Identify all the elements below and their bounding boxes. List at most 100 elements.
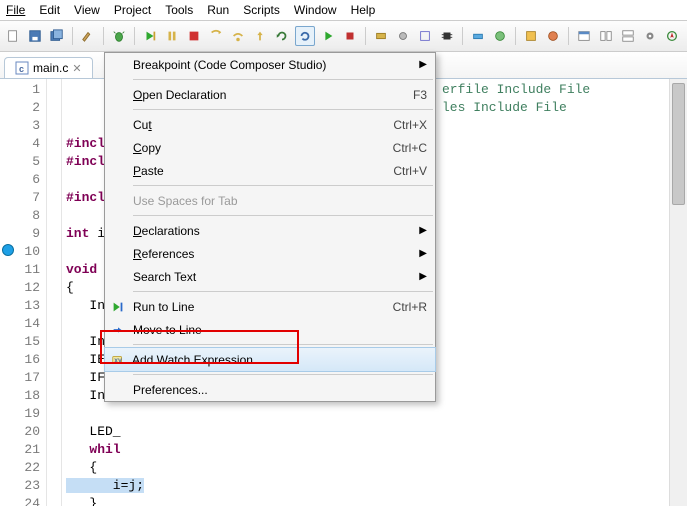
current-line-highlight: [62, 423, 687, 441]
compass-icon[interactable]: [663, 27, 681, 45]
line-number: 17: [18, 369, 40, 387]
line-number: 19: [18, 405, 40, 423]
menu-help[interactable]: Help: [351, 3, 376, 17]
line-number: 9: [18, 225, 40, 243]
close-icon[interactable]: ✕: [72, 62, 81, 75]
fold-gutter[interactable]: [47, 79, 62, 506]
scroll-thumb[interactable]: [672, 83, 685, 205]
separator: [134, 27, 135, 45]
menu-scripts[interactable]: Scripts: [243, 3, 280, 17]
generic-icon[interactable]: [522, 27, 540, 45]
line-number: 8: [18, 207, 40, 225]
line-number: 15: [18, 333, 40, 351]
submenu-arrow-icon: ▶: [419, 59, 427, 70]
line-gutter[interactable]: 1 2 3 4 5 6 7 8 9 10 11 12 13 14 15 16 1…: [0, 79, 47, 506]
resume-icon[interactable]: [141, 27, 159, 45]
run-icon[interactable]: [319, 27, 337, 45]
code-text: LED_: [66, 424, 121, 439]
line-number: 23: [18, 477, 40, 495]
line-number: 7: [18, 189, 40, 207]
svg-text:xy: xy: [114, 357, 122, 364]
shortcut-label: Ctrl+X: [393, 118, 427, 132]
separator: [568, 27, 569, 45]
menu-label: Use Spaces for Tab: [133, 194, 427, 208]
window-icon-3[interactable]: [619, 27, 637, 45]
line-number: 2: [18, 99, 40, 117]
line-number: 5: [18, 153, 40, 171]
vertical-scrollbar[interactable]: ▲ ▼: [669, 79, 687, 506]
code-text: void: [66, 262, 97, 277]
build-icon[interactable]: [79, 27, 97, 45]
menu-declarations[interactable]: Declarations▶: [105, 219, 435, 242]
menu-search-text[interactable]: Search Text▶: [105, 265, 435, 288]
run-to-line-icon: [109, 298, 127, 316]
step-return-icon[interactable]: [251, 27, 269, 45]
step-over-icon[interactable]: [229, 27, 247, 45]
menu-view[interactable]: View: [74, 3, 100, 17]
menu-edit[interactable]: Edit: [39, 3, 60, 17]
breakpoint-marker[interactable]: [2, 244, 14, 256]
move-to-line-icon: [109, 321, 127, 339]
menu-copy[interactable]: CopyCtrl+C: [105, 136, 435, 159]
comment-text: erfile Include File: [442, 81, 590, 99]
save-icon[interactable]: [26, 27, 44, 45]
code-text: {: [66, 280, 74, 295]
tool-icon-3[interactable]: [416, 27, 434, 45]
save-all-icon[interactable]: [48, 27, 66, 45]
menu-run-to-line[interactable]: Run to LineCtrl+R: [105, 295, 435, 318]
menu-breakpoint[interactable]: Breakpoint (Code Composer Studio) ▶: [105, 53, 435, 76]
menu-run[interactable]: Run: [207, 3, 229, 17]
menu-label: Add Watch Expression...: [132, 353, 428, 367]
menu-project[interactable]: Project: [114, 3, 151, 17]
code-text: [66, 442, 89, 457]
menu-separator: [133, 185, 433, 186]
new-icon[interactable]: [4, 27, 22, 45]
line-number: 1: [18, 81, 40, 99]
menu-label: Move to Line: [133, 323, 427, 337]
tool-icon-2[interactable]: [394, 27, 412, 45]
submenu-arrow-icon: ▶: [419, 248, 427, 259]
terminate-icon[interactable]: [341, 27, 359, 45]
refresh-icon[interactable]: [295, 26, 315, 46]
menu-add-watch-expression[interactable]: xy Add Watch Expression...: [104, 347, 436, 372]
shortcut-label: Ctrl+V: [393, 164, 427, 178]
new-conn-icon[interactable]: [469, 27, 487, 45]
line-number: 12: [18, 279, 40, 297]
menu-separator: [133, 291, 433, 292]
menu-open-declaration[interactable]: Open Declaration F3: [105, 83, 435, 106]
window-icon-2[interactable]: [597, 27, 615, 45]
menu-move-to-line[interactable]: Move to Line: [105, 318, 435, 341]
menu-paste[interactable]: PasteCtrl+V: [105, 159, 435, 182]
line-number: 16: [18, 351, 40, 369]
line-number: 4: [18, 135, 40, 153]
comment-text: les Include File: [442, 99, 567, 117]
pause-icon[interactable]: [163, 27, 181, 45]
chip-icon[interactable]: [438, 27, 456, 45]
tool-icon[interactable]: [372, 27, 390, 45]
menu-separator: [133, 109, 433, 110]
line-number: 18: [18, 387, 40, 405]
menu-preferences[interactable]: Preferences...: [105, 378, 435, 401]
separator: [72, 27, 73, 45]
menu-label: Run to Line: [133, 300, 393, 314]
separator: [103, 27, 104, 45]
shortcut-label: Ctrl+R: [393, 300, 427, 314]
menu-references[interactable]: References▶: [105, 242, 435, 265]
globe-icon[interactable]: [491, 27, 509, 45]
gear-icon[interactable]: [641, 27, 659, 45]
menu-cut[interactable]: CutCtrl+X: [105, 113, 435, 136]
menubar[interactable]: File Edit View Project Tools Run Scripts…: [0, 0, 687, 21]
restart-icon[interactable]: [273, 27, 291, 45]
tab-main-c[interactable]: c main.c ✕: [4, 57, 93, 78]
menu-window[interactable]: Window: [294, 3, 337, 17]
window-icon[interactable]: [575, 27, 593, 45]
debug-icon[interactable]: [110, 27, 128, 45]
menu-tools[interactable]: Tools: [165, 3, 193, 17]
menu-separator: [133, 79, 433, 80]
code-text: }: [66, 496, 97, 506]
stop-icon[interactable]: [185, 27, 203, 45]
step-into-icon[interactable]: [207, 27, 225, 45]
menu-file[interactable]: File: [6, 3, 25, 17]
generic-icon-2[interactable]: [544, 27, 562, 45]
shortcut-label: F3: [413, 88, 427, 102]
